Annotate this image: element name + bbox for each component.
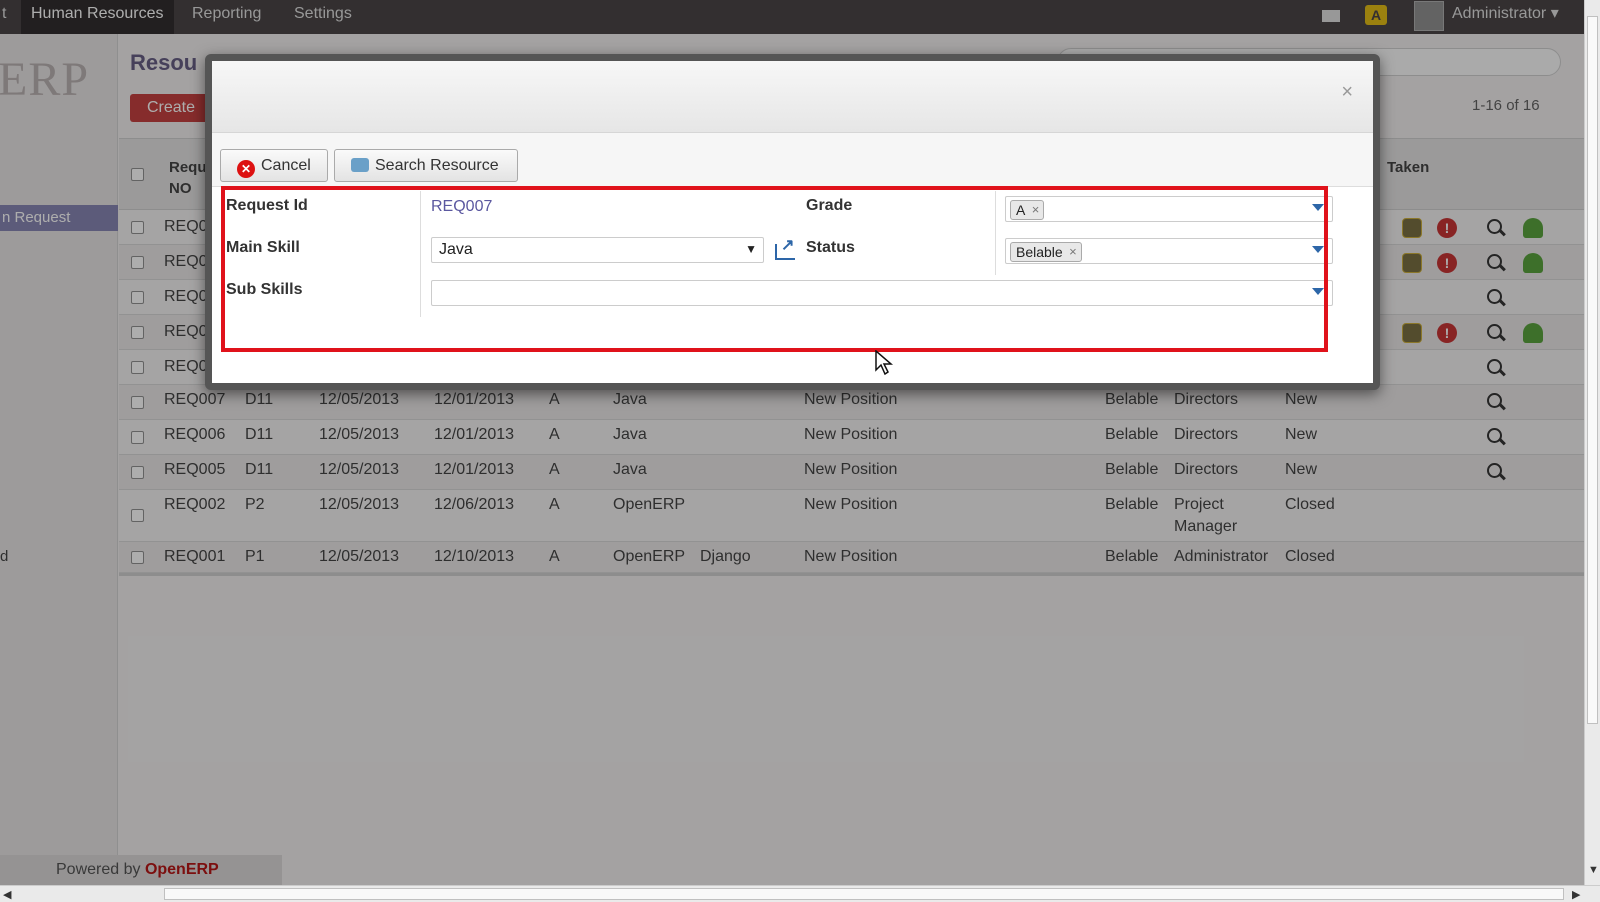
- horizontal-scrollbar-thumb[interactable]: [164, 888, 1564, 900]
- dialog-header: ×: [212, 61, 1373, 133]
- vertical-scrollbar-thumb[interactable]: [1587, 16, 1598, 724]
- dialog-button-bar: ✕ Cancel Search Resource: [212, 133, 1373, 187]
- cancel-icon: ✕: [237, 160, 255, 178]
- scroll-right-arrow-icon[interactable]: ▶: [1572, 888, 1580, 901]
- horizontal-scrollbar[interactable]: ◀ ▶: [0, 885, 1600, 902]
- search-resource-button[interactable]: Search Resource: [334, 149, 518, 182]
- cancel-button[interactable]: ✕ Cancel: [220, 149, 328, 182]
- search-resource-icon: [351, 158, 369, 172]
- mouse-cursor-icon: [875, 350, 893, 376]
- search-resource-label: Search Resource: [375, 157, 499, 174]
- vertical-scrollbar[interactable]: ▼: [1584, 0, 1600, 885]
- scroll-down-arrow-icon[interactable]: ▼: [1588, 864, 1599, 876]
- cancel-button-label: Cancel: [261, 157, 311, 174]
- close-icon[interactable]: ×: [1341, 81, 1353, 104]
- scroll-left-arrow-icon[interactable]: ◀: [3, 888, 11, 901]
- highlight-annotation: [221, 186, 1328, 352]
